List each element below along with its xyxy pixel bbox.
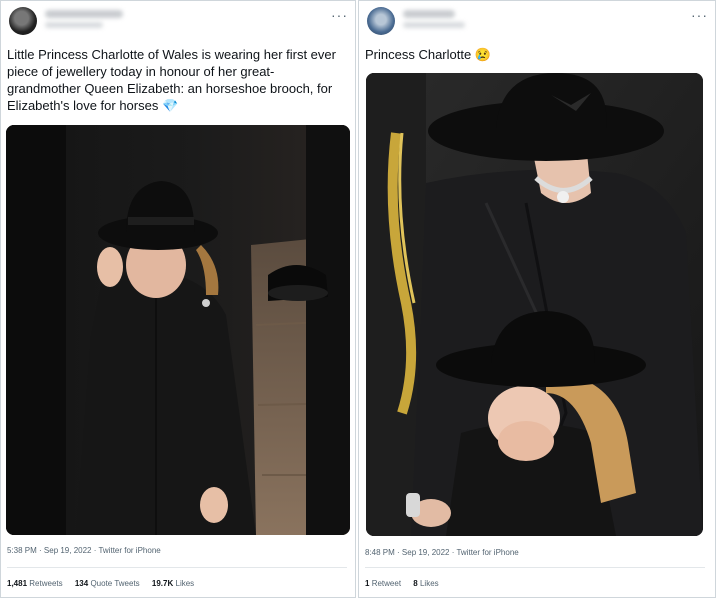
tweet-text: Princess Charlotte 😢 — [365, 46, 695, 63]
more-options-icon[interactable]: ··· — [691, 7, 708, 23]
tweet-photo[interactable] — [6, 125, 350, 535]
tweet-card-right: ··· Princess Charlotte 😢 8:48 PM · Sep 1… — [358, 0, 716, 598]
retweet-count: 1 — [365, 579, 370, 588]
tweet-stats: 1,481 Retweets 134 Quote Tweets 19.7K Li… — [7, 579, 204, 588]
tweet-card-left: ··· Little Princess Charlotte of Wales i… — [0, 0, 356, 598]
tweet-stats: 1 Retweet 8 Likes — [365, 579, 449, 588]
blurred-display-name — [45, 10, 123, 18]
likes-count: 19.7K — [151, 579, 174, 588]
retweet-count: 1,481 — [7, 579, 28, 588]
avatar[interactable] — [367, 7, 395, 35]
quote-label: Quote Tweets — [90, 579, 140, 588]
tweet-body: Princess Charlotte — [365, 47, 472, 62]
more-options-icon[interactable]: ··· — [331, 7, 348, 23]
tweet-timestamp[interactable]: 8:48 PM · Sep 19, 2022 · Twitter for iPh… — [365, 548, 519, 557]
quote-tweets-stat[interactable]: 134 Quote Tweets — [75, 579, 140, 588]
photo-girl-with-hat-icon — [6, 125, 350, 535]
retweets-stat[interactable]: 1,481 Retweets — [7, 579, 63, 588]
likes-stat[interactable]: 8 Likes — [413, 579, 438, 588]
photo-mother-and-girl-icon — [366, 73, 703, 536]
retweet-label: Retweet — [371, 579, 402, 588]
tweet-photo[interactable] — [366, 73, 703, 536]
likes-label: Likes — [175, 579, 195, 588]
crying-face-emoji-icon: 😢 — [474, 47, 492, 62]
likes-stat[interactable]: 19.7K Likes — [152, 579, 194, 588]
retweets-stat[interactable]: 1 Retweet — [365, 579, 401, 588]
likes-count: 8 — [413, 579, 418, 588]
divider — [365, 567, 705, 568]
tweet-text: Little Princess Charlotte of Wales is we… — [7, 46, 347, 114]
likes-label: Likes — [419, 579, 439, 588]
avatar[interactable] — [9, 7, 37, 35]
divider — [7, 567, 347, 568]
quote-count: 134 — [74, 579, 89, 588]
diamond-emoji-icon: 💎 — [161, 98, 179, 113]
blurred-handle — [45, 22, 103, 28]
blurred-display-name — [403, 10, 455, 18]
blurred-handle — [403, 22, 465, 28]
tweet-timestamp[interactable]: 5:38 PM · Sep 19, 2022 · Twitter for iPh… — [7, 546, 161, 555]
retweet-label: Retweets — [29, 579, 63, 588]
